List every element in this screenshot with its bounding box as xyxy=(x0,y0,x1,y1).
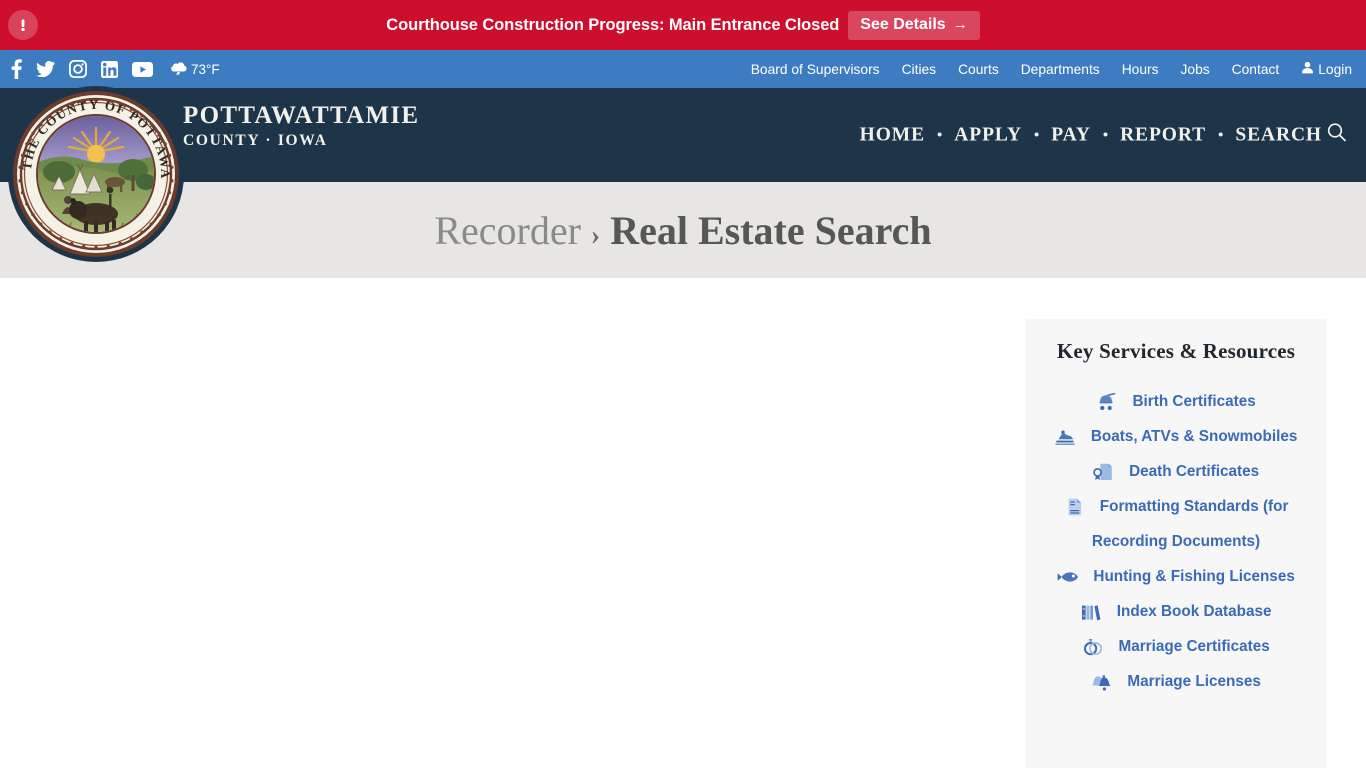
magnifier-icon xyxy=(1327,123,1346,148)
sidebar-item-label: Hunting & Fishing Licenses xyxy=(1093,568,1295,585)
nav-separator-4: • xyxy=(1218,126,1224,144)
sidebar-item-birth-certificates[interactable]: Birth Certificates xyxy=(1026,384,1326,419)
nav-separator-2: • xyxy=(1034,126,1040,144)
sidebar-item-index-book-database[interactable]: Index Book Database xyxy=(1026,594,1326,629)
sidebar-item-marriage-certificates[interactable]: Marriage Certificates xyxy=(1026,629,1326,664)
sidebar-item-death-certificates[interactable]: Death Certificates xyxy=(1026,454,1326,489)
brand-subtitle: COUNTY · IOWA xyxy=(183,131,328,149)
site-brand[interactable]: POTTAWATTAMIE COUNTY · IOWA xyxy=(183,102,419,150)
stroller-icon xyxy=(1096,392,1116,411)
alert-message: Courthouse Construction Progress: Main E… xyxy=(386,15,840,34)
sidebar-item-marriage-licenses[interactable]: Marriage Licenses xyxy=(1026,664,1326,699)
sidebar-item-label: Formatting Standards (for Recording Docu… xyxy=(1091,498,1289,550)
weather-widget: 73°F xyxy=(171,60,220,79)
see-details-button[interactable]: See Details → xyxy=(848,10,980,40)
see-details-label: See Details xyxy=(860,15,946,33)
rings-icon xyxy=(1082,638,1103,656)
breadcrumb-parent-recorder[interactable]: Recorder xyxy=(434,207,581,254)
youtube-icon[interactable] xyxy=(132,61,153,77)
login-button[interactable]: Login xyxy=(1301,61,1352,77)
facebook-icon[interactable] xyxy=(11,59,22,79)
sidebar-item-label: Death Certificates xyxy=(1129,463,1260,480)
document-icon xyxy=(1064,498,1084,516)
sidebar-item-boats-atvs-snowmobiles[interactable]: Boats, ATVs & Snowmobiles xyxy=(1026,419,1326,454)
sidebar-item-label: Birth Certificates xyxy=(1132,393,1256,410)
nav-item-apply[interactable]: APPLY xyxy=(954,124,1022,146)
util-link-cities[interactable]: Cities xyxy=(902,62,937,77)
sidebar-item-label: Marriage Certificates xyxy=(1118,638,1270,655)
weather-temperature: 73°F xyxy=(191,61,220,77)
social-links: 73°F xyxy=(11,59,220,79)
snowmobile-icon xyxy=(1054,428,1075,446)
content-area: Key Services & Resources Birth Certifica… xyxy=(0,278,1366,768)
county-seal[interactable]: SEAL OF THE COUNTY OF POTTAWATTAMIE · IO… xyxy=(8,86,184,262)
breadcrumb-separator-icon: › xyxy=(590,219,601,251)
twitter-icon[interactable] xyxy=(36,61,55,77)
nav-item-pay[interactable]: PAY xyxy=(1051,124,1091,146)
login-label: Login xyxy=(1318,61,1352,77)
nav-item-report[interactable]: REPORT xyxy=(1120,124,1206,146)
arrow-right-icon: → xyxy=(952,16,968,33)
nav-separator-1: • xyxy=(937,126,943,144)
sidebar-item-formatting-standards[interactable]: Formatting Standards (for Recording Docu… xyxy=(1026,489,1326,559)
key-services-list: Birth Certificates Boats, ATVs & Snowmob… xyxy=(1026,384,1326,699)
rain-cloud-icon xyxy=(171,60,188,79)
util-link-jobs[interactable]: Jobs xyxy=(1181,62,1210,77)
util-link-board-of-supervisors[interactable]: Board of Supervisors xyxy=(751,62,880,77)
books-icon xyxy=(1081,603,1101,621)
sidebar-item-label: Marriage Licenses xyxy=(1127,673,1261,690)
sidebar-item-label: Index Book Database xyxy=(1116,603,1272,620)
nav-item-home[interactable]: HOME xyxy=(860,124,925,146)
user-icon xyxy=(1301,61,1314,77)
instagram-icon[interactable] xyxy=(69,60,87,78)
nav-item-search[interactable]: SEARCH xyxy=(1235,123,1346,148)
utility-links: Board of Supervisors Cities Courts Depar… xyxy=(751,61,1352,77)
brand-title: POTTAWATTAMIE xyxy=(183,102,420,129)
county-seal-image: SEAL OF THE COUNTY OF POTTAWATTAMIE · IO… xyxy=(12,90,180,258)
util-link-departments[interactable]: Departments xyxy=(1021,62,1100,77)
breadcrumb: Recorder › Real Estate Search xyxy=(434,207,931,254)
main-navigation: HOME • APPLY • PAY • REPORT • SEARCH xyxy=(860,123,1346,148)
page-title-band: Recorder › Real Estate Search xyxy=(0,182,1366,278)
sidebar-item-label: Boats, ATVs & Snowmobiles xyxy=(1090,428,1298,445)
util-link-hours[interactable]: Hours xyxy=(1122,62,1159,77)
main-header: SEAL OF THE COUNTY OF POTTAWATTAMIE · IO… xyxy=(0,86,1366,262)
fish-icon xyxy=(1057,568,1079,586)
util-link-courts[interactable]: Courts xyxy=(958,62,999,77)
certificate-seal-icon xyxy=(1092,463,1113,481)
linkedin-icon[interactable] xyxy=(101,60,118,78)
sidebar-heading: Key Services & Resources xyxy=(1056,339,1296,363)
key-services-sidebar: Key Services & Resources Birth Certifica… xyxy=(1026,319,1326,768)
page-title: Real Estate Search xyxy=(610,207,932,253)
nav-separator-3: • xyxy=(1102,126,1109,144)
sidebar-item-hunting-fishing-licenses[interactable]: Hunting & Fishing Licenses xyxy=(1026,559,1326,594)
nav-item-search-label: SEARCH xyxy=(1235,124,1322,145)
bells-icon xyxy=(1091,673,1111,691)
utility-bar: 73°F Board of Supervisors Cities Courts … xyxy=(0,50,1366,88)
exclamation-circle-icon xyxy=(8,10,38,40)
util-link-contact[interactable]: Contact xyxy=(1232,62,1280,77)
alert-bar: Courthouse Construction Progress: Main E… xyxy=(0,0,1366,50)
